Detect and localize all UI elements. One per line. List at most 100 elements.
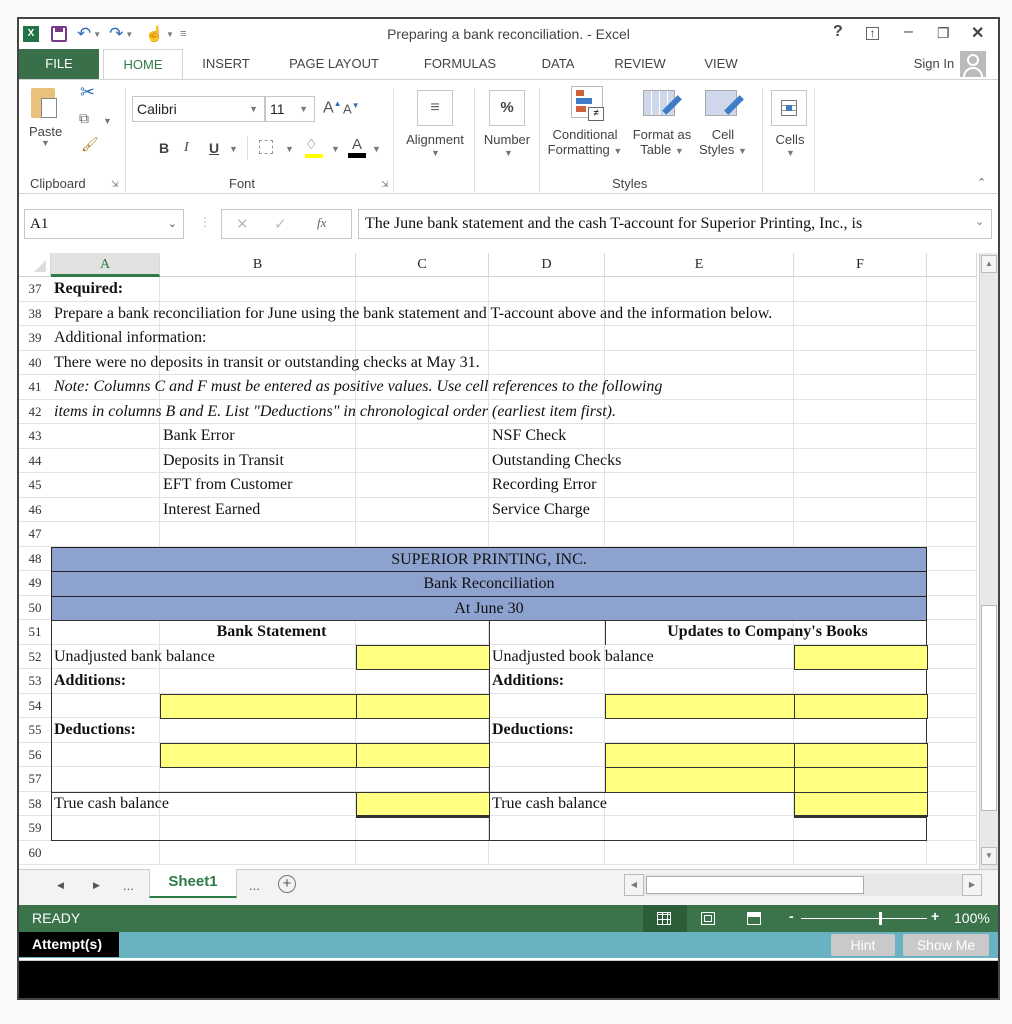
horizontal-scrollbar[interactable]: ◀ ▶	[624, 874, 982, 896]
select-all-corner[interactable]	[19, 253, 51, 277]
minimize-icon[interactable]: –	[904, 23, 913, 41]
cell[interactable]	[160, 816, 356, 841]
cell[interactable]	[927, 644, 977, 669]
cell[interactable]	[927, 497, 977, 522]
row-header-53[interactable]: 53	[19, 669, 51, 694]
cell[interactable]	[51, 497, 160, 522]
row-header-43[interactable]: 43	[19, 424, 51, 449]
cell[interactable]	[160, 277, 356, 302]
cell[interactable]	[356, 277, 489, 302]
zoom-in-button[interactable]: +	[931, 908, 939, 924]
zoom-level[interactable]: 100%	[954, 910, 990, 926]
underline-button[interactable]: U	[209, 140, 219, 156]
scroll-left-icon[interactable]: ◀	[624, 874, 644, 896]
scroll-right-icon[interactable]: ▶	[962, 874, 982, 896]
cell[interactable]	[160, 669, 356, 694]
cells-button[interactable]: Cells ▼	[765, 86, 815, 166]
cell[interactable]	[927, 693, 977, 718]
row-header-37[interactable]: 37	[19, 277, 51, 302]
book-deduction-item-2-input[interactable]	[605, 767, 795, 793]
row-header-52[interactable]: 52	[19, 645, 51, 669]
sign-in-link[interactable]: Sign In	[909, 49, 959, 79]
row-header-60[interactable]: 60	[19, 841, 51, 865]
cell[interactable]	[489, 277, 605, 302]
cell[interactable]	[927, 424, 977, 449]
formula-input[interactable]: The June bank statement and the cash T-a…	[358, 209, 992, 239]
row-header-50[interactable]: 50	[19, 596, 51, 620]
cell[interactable]	[927, 277, 977, 302]
normal-view-icon[interactable]	[643, 905, 687, 932]
row-header-48[interactable]: 48	[19, 547, 51, 571]
name-box[interactable]: A1 ⌄	[24, 209, 184, 239]
format-painter-icon[interactable]: 🖌	[81, 136, 99, 153]
cell[interactable]	[356, 840, 489, 865]
cell[interactable]	[51, 840, 160, 865]
copy-icon[interactable]: ⧉	[79, 110, 89, 127]
next-sheet-icon[interactable]: ▶	[93, 880, 100, 891]
bank-deduction-item-input[interactable]	[160, 742, 357, 768]
tab-insert[interactable]: INSERT	[191, 49, 261, 79]
cell[interactable]	[927, 742, 977, 767]
cell[interactable]	[927, 546, 977, 571]
cell[interactable]	[794, 718, 927, 743]
column-header-e[interactable]: E	[605, 253, 794, 277]
true-cash-balance-bank-input[interactable]	[356, 791, 490, 817]
hint-button[interactable]: Hint	[831, 934, 895, 956]
cell[interactable]	[489, 620, 605, 645]
cell[interactable]	[605, 424, 794, 449]
sheets-left-overflow[interactable]: ...	[123, 878, 134, 893]
cell[interactable]	[927, 840, 977, 865]
scroll-up-icon[interactable]: ▲	[981, 255, 997, 273]
book-addition-item-input[interactable]	[605, 693, 795, 719]
cell[interactable]	[356, 424, 489, 449]
cell[interactable]	[605, 277, 794, 302]
add-sheet-icon[interactable]: +	[278, 875, 296, 893]
cut-icon[interactable]: ✂	[80, 82, 95, 103]
borders-dropdown-icon[interactable]: ▼	[285, 144, 294, 154]
number-button[interactable]: % Number ▼	[477, 86, 537, 166]
cell[interactable]	[356, 473, 489, 498]
cell[interactable]	[794, 448, 927, 473]
cell[interactable]	[794, 669, 927, 694]
font-color-icon[interactable]: A	[348, 136, 366, 158]
row-header-42[interactable]: 42	[19, 400, 51, 424]
copy-dropdown-icon[interactable]: ▼	[103, 116, 112, 126]
conditional-formatting-button[interactable]: ≠ Conditional Formatting ▼	[541, 84, 629, 168]
cell[interactable]	[794, 326, 927, 351]
cell[interactable]	[794, 399, 927, 424]
cell[interactable]	[160, 791, 356, 816]
name-box-dropdown-icon[interactable]: ⌄	[168, 210, 177, 238]
decrease-font-size-icon[interactable]: A▼	[343, 101, 360, 116]
cell[interactable]	[605, 718, 794, 743]
cell[interactable]	[794, 277, 927, 302]
cell-styles-button[interactable]: Cell Styles ▼	[695, 84, 751, 168]
cell[interactable]	[356, 448, 489, 473]
restore-icon[interactable]: ❐	[937, 25, 950, 42]
fill-color-icon[interactable]: ♢	[305, 136, 323, 158]
column-header-c[interactable]: C	[356, 253, 489, 277]
column-header-d[interactable]: D	[489, 253, 605, 277]
row-header-40[interactable]: 40	[19, 351, 51, 375]
cell[interactable]	[605, 791, 794, 816]
cancel-entry-icon[interactable]: ✕	[236, 215, 249, 233]
row-header-41[interactable]: 41	[19, 375, 51, 400]
cell[interactable]	[605, 473, 794, 498]
row-header-59[interactable]: 59	[19, 816, 51, 841]
row-header-57[interactable]: 57	[19, 767, 51, 792]
cell[interactable]	[927, 791, 977, 816]
page-break-view-icon[interactable]	[747, 912, 761, 925]
book-deduction-amount-1-input[interactable]	[794, 742, 928, 768]
cell[interactable]	[605, 840, 794, 865]
cell[interactable]	[356, 522, 489, 547]
bank-addition-item-input[interactable]	[160, 693, 357, 719]
cell[interactable]	[927, 473, 977, 498]
cell[interactable]	[489, 840, 605, 865]
row-header-49[interactable]: 49	[19, 571, 51, 596]
row-header-47[interactable]: 47	[19, 522, 51, 547]
row-header-44[interactable]: 44	[19, 449, 51, 473]
show-me-button[interactable]: Show Me	[903, 934, 989, 956]
format-as-table-button[interactable]: Format as Table ▼	[629, 84, 695, 168]
row-header-56[interactable]: 56	[19, 743, 51, 767]
cell[interactable]	[794, 840, 927, 865]
cell[interactable]	[489, 742, 605, 767]
